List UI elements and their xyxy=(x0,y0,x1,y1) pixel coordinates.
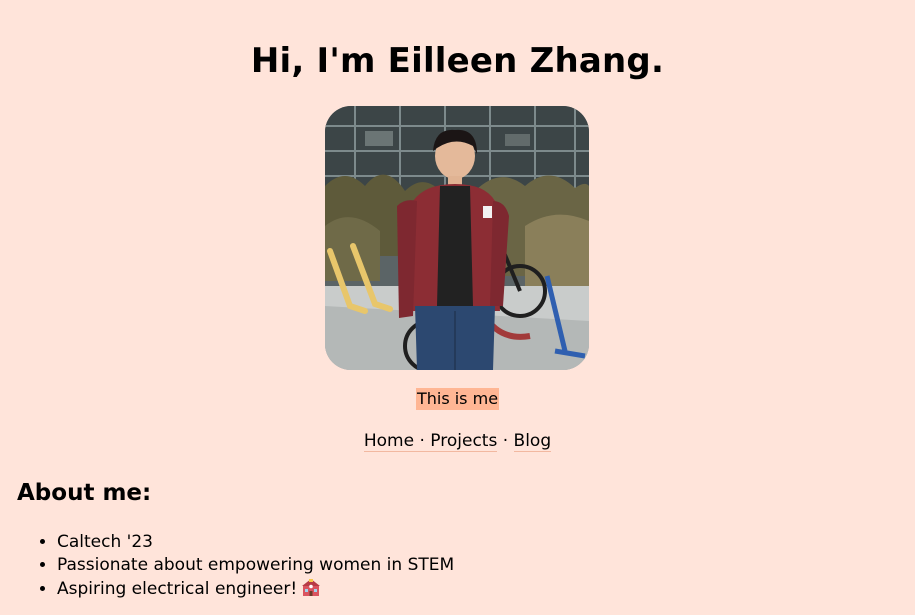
about-list: Caltech '23 Passionate about empowering … xyxy=(17,531,454,604)
nav-blog-link[interactable]: Blog xyxy=(513,431,552,452)
nav-home-link[interactable]: Home xyxy=(363,431,415,452)
site-nav: Home · Projects · Blog xyxy=(0,430,915,452)
list-item: Caltech '23 xyxy=(57,531,454,554)
nav-projects-link[interactable]: Projects xyxy=(430,431,498,452)
about-item-passion: Passionate about empowering women in STE… xyxy=(57,555,455,575)
list-item: Passionate about empowering women in STE… xyxy=(57,554,454,577)
about-item-school: Caltech '23 xyxy=(57,532,153,552)
page-title: Hi, I'm Eilleen Zhang. xyxy=(250,41,665,81)
about-heading: About me: xyxy=(17,480,152,506)
list-item: Aspiring electrical engineer! xyxy=(57,577,454,604)
school-building-icon xyxy=(301,577,321,604)
about-item-career: Aspiring electrical engineer! xyxy=(57,579,298,599)
nav-separator-2: · xyxy=(497,431,514,451)
nav-separator-1[interactable]: · xyxy=(414,431,431,452)
photo-caption: This is me xyxy=(415,388,500,410)
profile-photo xyxy=(325,106,589,370)
